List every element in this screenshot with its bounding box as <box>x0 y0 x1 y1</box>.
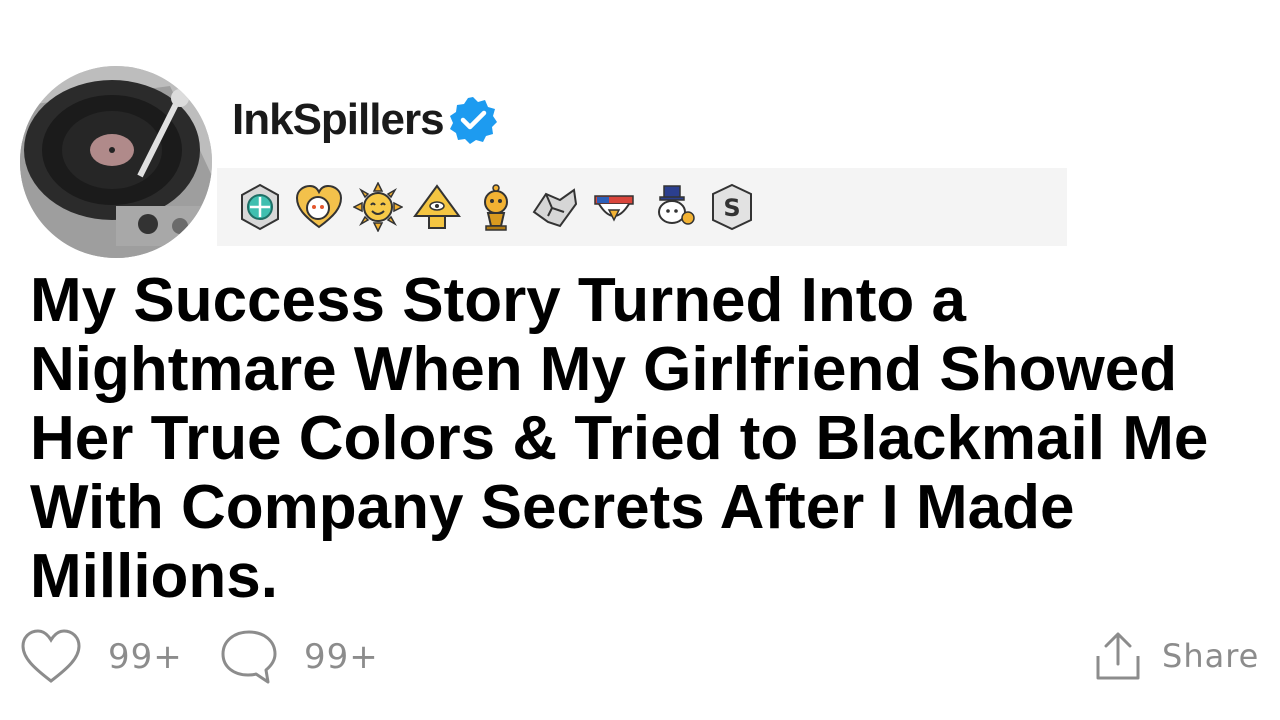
heart-icon <box>21 629 81 683</box>
platinum-award-icon[interactable] <box>235 182 285 232</box>
comment-count: 99+ <box>304 637 379 677</box>
turntable-record-icon <box>20 66 212 258</box>
silver-s-award-icon[interactable]: S <box>707 182 757 232</box>
verified-badge-icon <box>449 97 497 144</box>
share-upload-icon <box>1096 632 1140 680</box>
post-title[interactable]: My Success Story Turned Into a Nightmare… <box>30 266 1270 611</box>
gold-snoo-trophy-award-icon[interactable] <box>471 182 521 232</box>
avatar[interactable] <box>20 66 212 258</box>
svg-text:S: S <box>723 194 740 222</box>
like-count: 99+ <box>108 637 183 677</box>
awards-bar: S <box>217 168 1067 246</box>
post-actions-bar: 99+ 99+ Share <box>0 628 1280 692</box>
share-button[interactable]: Share <box>1094 630 1259 682</box>
author-row: InkSpillers <box>232 92 498 148</box>
patriot-eagle-award-icon[interactable] <box>589 182 639 232</box>
illuminati-pyramid-award-icon[interactable] <box>412 182 462 232</box>
snoo-top-hat-award-icon[interactable] <box>648 182 698 232</box>
username[interactable]: InkSpillers <box>232 92 445 148</box>
wholesome-award-icon[interactable] <box>294 182 344 232</box>
handshake-award-icon[interactable] <box>530 182 580 232</box>
like-button[interactable]: 99+ <box>20 628 183 686</box>
comment-bubble-icon <box>221 630 277 684</box>
sun-face-award-icon[interactable] <box>353 182 403 232</box>
share-label: Share <box>1162 637 1260 675</box>
comment-button[interactable]: 99+ <box>220 628 379 686</box>
